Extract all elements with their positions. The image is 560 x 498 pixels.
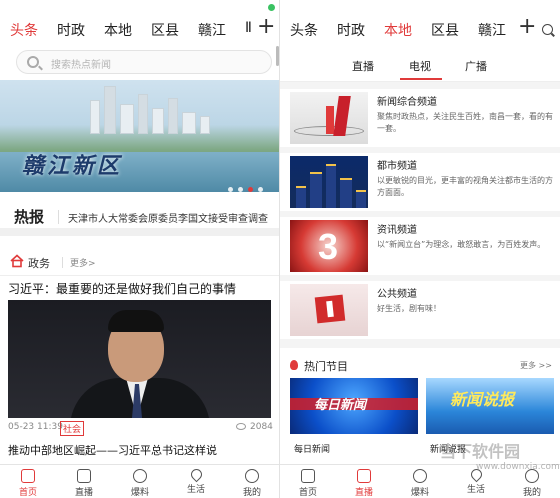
channel-thumbnail (290, 156, 368, 208)
flame-icon (290, 360, 298, 370)
bottom-tab-label: 直播 (354, 488, 373, 498)
carousel-dots[interactable] (228, 177, 268, 196)
bottom-tab-live[interactable]: 直播 (336, 467, 392, 498)
tab-ganjiang[interactable]: 赣江 (478, 20, 506, 40)
chat-tab-icon (133, 469, 147, 483)
bottom-tab-label: 直播 (74, 488, 93, 498)
tab-county[interactable]: 区县 (151, 20, 179, 40)
search-icon (27, 56, 39, 68)
channel-desc: 好生活，剧有味！ (377, 304, 441, 313)
bottom-tab-label: 首页 (18, 488, 37, 498)
home-tab-icon (21, 469, 35, 483)
bottom-tab-home[interactable]: 首页 (280, 467, 336, 498)
program-name[interactable]: 每日新闻 (294, 442, 330, 455)
bottom-tab-report[interactable]: 爆料 (112, 467, 168, 498)
article-date: 05-23 11:39 (8, 422, 63, 432)
add-channel-icon[interactable]: + (257, 16, 275, 38)
left-screen: 头条 时政 本地 区县 赣江 Ⅱ + 搜索热点新闻 赣江新区 热报 天津市人大常… (0, 0, 280, 498)
channel-name: 都市频道 (377, 161, 417, 172)
banner-caption: 赣江新区 (22, 153, 123, 179)
views-icon (236, 423, 246, 430)
channel-item[interactable]: 公共频道 好生活，剧有味！ (280, 281, 560, 339)
channel-name: 资讯频道 (377, 225, 417, 236)
channel-desc: 聚焦时政热点，关注民生百姓，南昌一套，看的有一套。 (377, 112, 553, 133)
bottom-tab-life[interactable]: 生活 (168, 466, 224, 495)
search-placeholder: 搜索热点新闻 (51, 60, 111, 71)
bottom-tab-label: 爆料 (410, 488, 429, 498)
subtab-tv[interactable]: 电视 (409, 58, 431, 74)
bottom-nav: 首页 直播 爆料 生活 我的 (0, 464, 280, 498)
bottom-tab-label: 爆料 (130, 488, 149, 498)
media-subtabs: 直播 电视 广播 (280, 44, 560, 82)
live-tab-icon (77, 469, 91, 483)
search-icon[interactable] (542, 24, 553, 35)
live-tab-icon (357, 469, 371, 483)
article-tag[interactable]: 社会 (60, 421, 85, 436)
subtab-radio[interactable]: 广播 (465, 58, 487, 74)
hot-programs-title: 热门节目 (304, 360, 348, 373)
bottom-tab-label: 我的 (242, 488, 261, 498)
tab-partial[interactable]: Ⅱ (245, 20, 252, 36)
bottom-tab-label: 首页 (298, 488, 317, 498)
bottom-tab-label: 生活 (186, 485, 205, 495)
article-photo[interactable] (8, 300, 271, 418)
add-channel-icon[interactable]: + (518, 16, 536, 38)
channel-name: 新闻综合频道 (377, 97, 437, 108)
channel-item[interactable]: 3 资讯频道 以“新闻立台”为理念，敢怒敢言，为百姓发声。 (280, 217, 560, 275)
section-title: 政务 (28, 257, 50, 270)
bottom-tab-report[interactable]: 爆料 (392, 467, 448, 498)
channel-nav: 头条 时政 本地 区县 赣江 Ⅱ + (0, 0, 280, 44)
hot-programs-more[interactable]: 更多 >> (520, 360, 552, 371)
article-views: 2084 (250, 422, 273, 432)
hot-label: 热报 (14, 208, 45, 226)
hot-news-bar[interactable]: 热报 天津市人大常委会原委员李国文接受审查调查 (0, 196, 280, 236)
location-tab-icon (188, 466, 204, 483)
program-logo-text: 新闻说报 (450, 390, 515, 409)
channel-thumbnail: 3 (290, 220, 368, 272)
program-logo-text: 每日新闻 (314, 398, 367, 413)
user-tab-icon (245, 469, 259, 483)
right-screen: 头条 时政 本地 区县 赣江 + 直播 电视 广播 新闻综合频道 聚焦时政热点，… (280, 0, 560, 498)
chat-tab-icon (413, 469, 427, 483)
tab-politics[interactable]: 时政 (337, 20, 365, 40)
subtab-underline (400, 78, 442, 80)
status-dot (268, 4, 275, 11)
channel-thumbnail (290, 284, 368, 336)
subtab-live[interactable]: 直播 (352, 58, 374, 74)
tab-local[interactable]: 本地 (384, 20, 412, 40)
article-meta: 05-23 11:39 社会 2084 (8, 421, 273, 436)
search-bar[interactable]: 搜索热点新闻 (16, 50, 272, 74)
program-thumbnail[interactable]: 每日新闻 (290, 378, 418, 434)
bottom-tab-live[interactable]: 直播 (56, 467, 112, 498)
watermark-url: www.downxia.com (476, 462, 560, 472)
tab-headline[interactable]: 头条 (290, 20, 318, 40)
section-more-link[interactable]: 更多> (70, 256, 96, 269)
program-thumbnail[interactable]: 新闻说报 (426, 378, 554, 434)
channel-item[interactable]: 新闻综合频道 聚焦时政热点，关注民生百姓，南昌一套，看的有一套。 (280, 89, 560, 147)
home-tab-icon (301, 469, 315, 483)
tab-local[interactable]: 本地 (104, 20, 132, 40)
bottom-tab-label: 我的 (522, 488, 541, 498)
article-title[interactable]: 习近平：最重要的还是做好我们自己的事情 (8, 280, 236, 297)
tab-ganjiang[interactable]: 赣江 (198, 20, 226, 40)
channel-name: 公共频道 (377, 289, 417, 300)
tab-headline[interactable]: 头条 (10, 20, 38, 40)
bottom-tab-home[interactable]: 首页 (0, 467, 56, 498)
tab-politics[interactable]: 时政 (57, 20, 85, 40)
hot-headline[interactable]: 天津市人大常委会原委员李国文接受审查调查 (68, 210, 268, 225)
tab-county[interactable]: 区县 (431, 20, 459, 40)
bottom-tab-mine[interactable]: 我的 (224, 467, 280, 498)
article2-title[interactable]: 推动中部地区崛起——习近平总书记这样说 (8, 442, 217, 458)
channel-nav: 头条 时政 本地 区县 赣江 + (280, 0, 560, 44)
home-icon (10, 254, 24, 268)
bottom-tab-label: 生活 (466, 485, 485, 495)
channel-item[interactable]: 都市频道 以更敏锐的目光，更丰富的视角关注都市生活的方方面面。 (280, 153, 560, 211)
channel-desc: 以更敏锐的目光，更丰富的视角关注都市生活的方方面面。 (377, 176, 553, 197)
section-header-politics: 政务 更多> (0, 248, 280, 276)
channel-thumbnail (290, 92, 368, 144)
watermark-text: 当下软件园 (440, 442, 521, 461)
channel-desc: 以“新闻立台”为理念，敢怒敢言，为百姓发声。 (377, 240, 546, 249)
